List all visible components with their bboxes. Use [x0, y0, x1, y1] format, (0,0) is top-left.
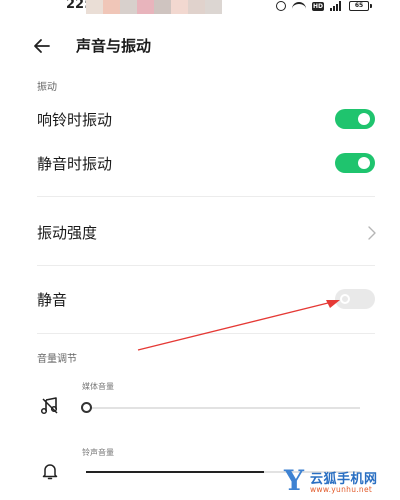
toggle-knob [340, 294, 350, 304]
ringtone-volume-label: 铃声音量 [82, 448, 114, 457]
ring-vibrate-toggle[interactable] [335, 109, 375, 129]
watermark-url: www.yunhu.net [310, 485, 373, 494]
media-volume-label: 媒体音量 [82, 382, 114, 391]
toggle-knob [358, 113, 370, 125]
annotation-arrow [137, 300, 340, 351]
status-icons: HD 65 [276, 0, 372, 12]
divider [37, 196, 375, 197]
setting-row-silent-vibrate[interactable]: 静音时振动 [0, 150, 400, 178]
section-label-volume: 音量调节 [37, 354, 77, 365]
toggle-knob [358, 157, 370, 169]
alarm-icon [276, 1, 286, 11]
site-watermark: Y 云狐手机网 www.yunhu.net [284, 466, 394, 498]
status-bar: 22: HD 65 [0, 0, 400, 16]
setting-row-vibration-intensity[interactable]: 振动强度 [0, 218, 400, 248]
watermark-logo: Y [284, 464, 304, 497]
ringtone-volume-fill [86, 471, 265, 473]
header: 声音与振动 [0, 30, 400, 62]
signal-icon [330, 1, 343, 11]
battery-icon: 65 [349, 1, 372, 11]
section-label-vibration: 振动 [37, 82, 57, 93]
setting-row-ring-vibrate[interactable]: 响铃时振动 [0, 106, 400, 134]
back-button[interactable] [30, 34, 54, 58]
mute-toggle[interactable] [335, 289, 375, 309]
divider [37, 333, 375, 334]
media-volume-thumb[interactable] [81, 402, 92, 413]
chevron-right-icon [368, 226, 376, 240]
setting-label: 响铃时振动 [37, 111, 113, 129]
blurred-notification-area [86, 0, 222, 14]
media-volume-track[interactable] [86, 407, 360, 409]
setting-label: 振动强度 [37, 224, 98, 242]
setting-row-mute[interactable]: 静音 [0, 286, 400, 314]
bell-icon [40, 461, 60, 481]
hd-icon: HD [312, 1, 324, 11]
silent-vibrate-toggle[interactable] [335, 153, 375, 173]
page-title: 声音与振动 [76, 37, 152, 55]
setting-label: 静音 [37, 291, 68, 309]
setting-label: 静音时振动 [37, 155, 113, 173]
wifi-icon [292, 2, 306, 10]
divider [37, 265, 375, 266]
music-note-icon [40, 396, 60, 416]
arrow-left-icon [34, 39, 50, 53]
